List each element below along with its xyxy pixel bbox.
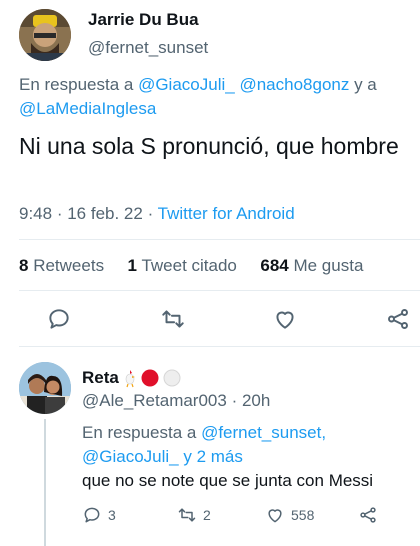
divider [19,290,420,291]
reply-actions: 3 2 558 [82,505,412,531]
tweet-text: Ni una sola S pronunció, que hombre [19,133,399,159]
mention-link[interactable]: @fernet_sunset, [201,423,326,442]
separator-dot: · [231,391,242,410]
tweet-date[interactable]: 16 feb. 22 [67,204,143,223]
red-circle-icon [141,369,159,387]
reply-like-action[interactable]: 558 [265,505,314,525]
reply-share-action[interactable] [358,505,378,525]
tweet-source[interactable]: Twitter for Android [158,204,295,223]
reply-author-name[interactable]: Reta [82,368,119,388]
more-mentions-link[interactable]: y 2 más [183,447,243,466]
author-avatar[interactable] [19,9,71,61]
separator-dot: · [56,204,68,223]
quotes-stat[interactable]: 1 Tweet citado [128,256,237,275]
reply-author-avatar[interactable] [19,362,71,414]
reply-author-name-row[interactable]: Reta [82,368,181,388]
reply-reply-action[interactable]: 3 [82,505,116,525]
reply-count: 3 [108,507,116,523]
reply-text: que no se note que se junta con Messi [82,471,374,490]
tweet-stats: 8 Retweets 1 Tweet citado 684 Me gusta [19,256,363,276]
reply-context: En respuesta a @GiacoJuli_ @nacho8gonz y… [19,73,409,121]
reply-prefix: En respuesta a [19,75,139,94]
mention-link[interactable]: @GiacoJuli_ [82,447,179,466]
white-circle-icon [163,369,181,387]
reply-author-handle[interactable]: @Ale_Retamar003 [82,391,227,410]
likes-stat[interactable]: 684 Me gusta [260,256,363,275]
mention-link[interactable]: @GiacoJuli_ [138,75,235,94]
reply-and: y a [349,75,377,94]
tweet-meta: 9:48 · 16 feb. 22 · Twitter for Android [19,204,295,224]
share-icon[interactable] [358,505,378,525]
reply-age[interactable]: 20h [242,391,270,410]
reply-prefix: En respuesta a [82,423,202,442]
divider [19,346,420,347]
reply-icon[interactable] [82,505,102,525]
mention-link[interactable]: @LaMediaInglesa [19,99,156,118]
thread-line [44,419,46,546]
like-icon[interactable] [272,306,298,332]
share-icon[interactable] [385,306,411,332]
like-icon[interactable] [265,505,285,525]
author-handle[interactable]: @fernet_sunset [88,38,208,58]
reply-author-meta: @Ale_Retamar003 · 20h [82,391,270,411]
tweet-actions [0,300,420,336]
reply-icon[interactable] [46,306,72,332]
retweet-count: 2 [203,507,211,523]
tweet-time[interactable]: 9:48 [19,204,52,223]
author-name[interactable]: Jarrie Du Bua [88,10,199,30]
mention-link[interactable]: @nacho8gonz [239,75,349,94]
reply-retweet-action[interactable]: 2 [177,505,211,525]
retweets-stat[interactable]: 8 Retweets [19,256,104,275]
reply-context: En respuesta a @fernet_sunset, @GiacoJul… [82,421,412,469]
like-count: 558 [291,507,315,523]
retweet-icon[interactable] [160,306,186,332]
divider [19,239,420,240]
separator-dot: · [147,204,158,223]
rooster-emoji-icon [125,370,135,388]
retweet-icon[interactable] [177,505,197,525]
